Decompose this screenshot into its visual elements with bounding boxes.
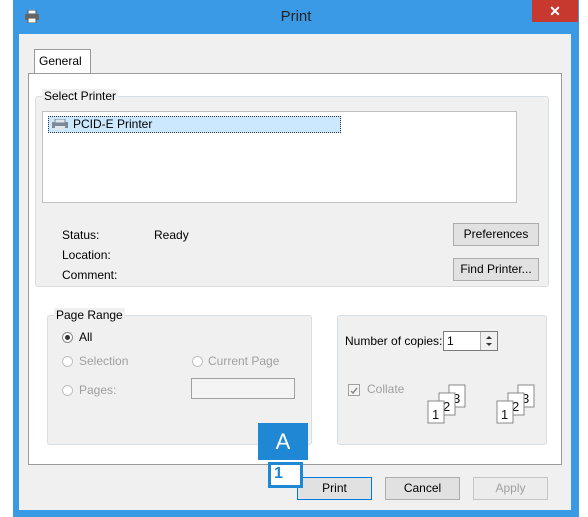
- status-label: Status:: [62, 228, 100, 242]
- find-printer-button[interactable]: Find Printer...: [453, 258, 539, 281]
- select-printer-legend: Select Printer: [42, 89, 119, 103]
- apply-button[interactable]: Apply: [473, 477, 548, 500]
- preferences-button[interactable]: Preferences: [453, 223, 539, 246]
- collate-checkbox[interactable]: [348, 384, 360, 396]
- radio-pages[interactable]: [62, 385, 73, 396]
- radio-all[interactable]: [62, 332, 73, 343]
- collate-pages-icon: 3 2 1: [496, 384, 535, 424]
- spinner-arrows[interactable]: [480, 332, 497, 350]
- tab-general[interactable]: General: [34, 49, 91, 73]
- svg-text:1: 1: [501, 407, 508, 422]
- location-label: Location:: [62, 248, 111, 262]
- cancel-button[interactable]: Cancel: [385, 477, 460, 500]
- close-button[interactable]: ✕: [532, 0, 578, 22]
- current-page-label: Current Page: [208, 354, 280, 368]
- pages-input[interactable]: [191, 378, 295, 399]
- annotation-letter: A: [258, 423, 308, 460]
- printer-item[interactable]: PCID-E Printer: [48, 116, 341, 133]
- selection-label: Selection: [79, 354, 129, 368]
- window-title: Print: [280, 8, 312, 25]
- printer-list[interactable]: PCID-E Printer: [42, 111, 517, 203]
- number-of-copies-label: Number of copies:: [345, 334, 443, 348]
- printer-icon: [52, 119, 68, 130]
- comment-label: Comment:: [62, 268, 118, 282]
- copies-spinner[interactable]: 1: [443, 331, 498, 351]
- printer-name: PCID-E Printer: [73, 117, 153, 131]
- radio-selection[interactable]: [62, 356, 73, 367]
- annotation-number: 1: [268, 462, 303, 488]
- all-label: All: [79, 330, 93, 344]
- radio-current-page[interactable]: [192, 356, 203, 367]
- spin-arrows-icon: [486, 336, 492, 346]
- checkmark-icon: [350, 387, 358, 395]
- pages-label: Pages:: [79, 383, 117, 397]
- print-button[interactable]: Print: [297, 477, 372, 500]
- page-range-legend: Page Range: [54, 308, 125, 322]
- svg-text:1: 1: [432, 407, 439, 422]
- status-value: Ready: [154, 228, 189, 242]
- copies-value: 1: [447, 334, 454, 348]
- title-bar[interactable]: Print ✕: [13, 0, 579, 34]
- collate-label: Collate: [367, 382, 405, 396]
- collate-pages-icon: 3 2 1: [427, 384, 466, 424]
